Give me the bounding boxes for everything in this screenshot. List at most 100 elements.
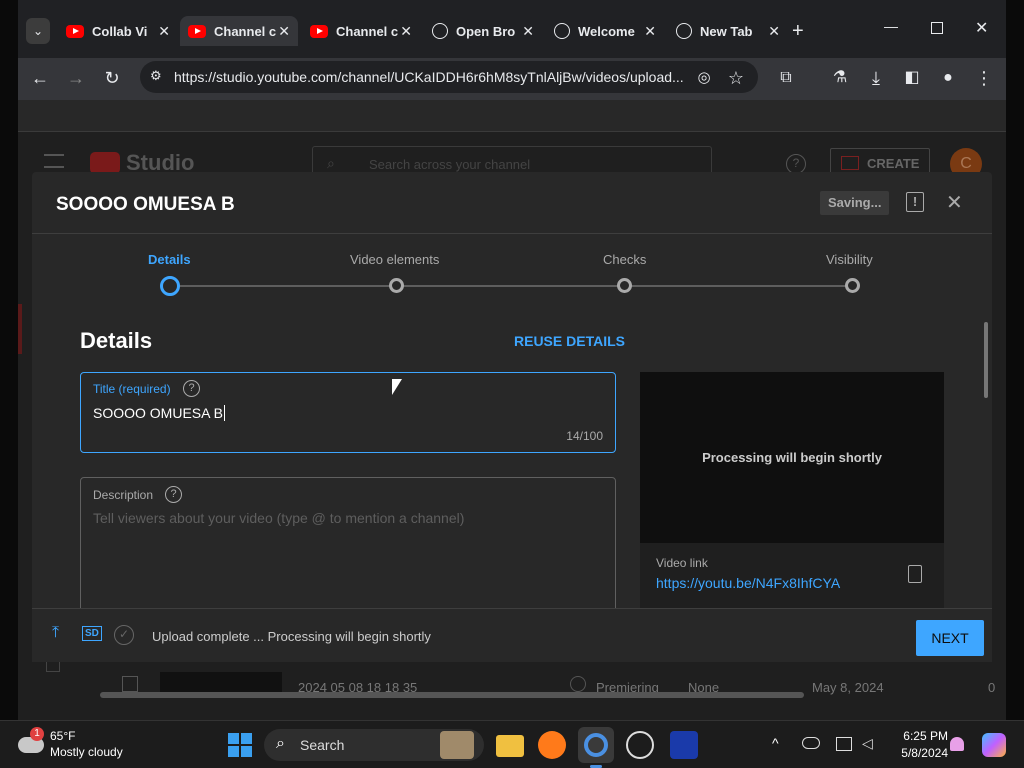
description-input[interactable]: Tell viewers about your video (type @ to… <box>93 510 464 526</box>
tab-collab[interactable]: Collab Vi ✕ <box>58 16 178 46</box>
title-char-counter: 14/100 <box>566 429 603 443</box>
check-circle-icon: ✓ <box>114 625 134 645</box>
taskbar-search[interactable]: ⌕ Search <box>264 729 484 761</box>
file-explorer-icon[interactable] <box>496 735 524 757</box>
video-add-icon <box>841 156 859 170</box>
weather-widget[interactable]: 1 65°F Mostly cloudy <box>16 727 166 763</box>
search-icon: ⌕ <box>276 735 285 752</box>
video-link[interactable]: https://youtu.be/N4Fx8IhfCYA <box>656 575 840 591</box>
help-icon[interactable]: ? <box>786 154 806 174</box>
firefox-icon[interactable] <box>538 731 566 759</box>
volume-icon[interactable]: ◁ <box>862 735 873 752</box>
close-icon[interactable]: ✕ <box>158 23 170 40</box>
step-checks-dot[interactable] <box>617 278 632 293</box>
notification-bell-icon[interactable] <box>950 737 964 751</box>
malwarebytes-icon[interactable] <box>670 731 698 759</box>
help-icon[interactable]: ? <box>165 486 182 503</box>
copilot-icon[interactable] <box>982 733 1006 757</box>
video-link-label: Video link <box>656 556 708 570</box>
close-icon[interactable]: ✕ <box>768 23 780 40</box>
labs-button[interactable]: ⚗ <box>828 66 852 90</box>
tray-overflow-icon[interactable]: ^ <box>772 735 779 751</box>
step-visibility-label[interactable]: Visibility <box>826 252 873 267</box>
upload-icon: ⤒ <box>52 624 60 641</box>
help-icon[interactable]: ? <box>183 380 200 397</box>
video-thumbnail[interactable] <box>160 672 282 694</box>
extensions-button[interactable]: ⧉ <box>774 66 798 90</box>
side-panel-button[interactable]: ◧ <box>900 66 924 90</box>
minimize-icon: — <box>884 18 898 34</box>
title-field-label: Title (required) <box>93 382 171 396</box>
tracking-protection-button[interactable]: ◎ <box>692 66 716 90</box>
title-input[interactable]: SOOOO OMUESA B <box>93 405 225 421</box>
browser-window: ⌄ Collab Vi ✕ Channel c ✕ Channel c ✕ Op… <box>18 0 1006 720</box>
network-icon[interactable] <box>836 737 852 751</box>
close-icon[interactable]: ✕ <box>522 23 534 40</box>
forward-button[interactable]: → <box>64 66 88 90</box>
downloads-button[interactable]: ⤓ <box>864 66 888 90</box>
section-title: Details <box>80 328 153 353</box>
dialog-scrollbar[interactable] <box>984 322 988 398</box>
more-vert-icon: ⋮ <box>975 68 993 88</box>
description-field[interactable]: Description ? Tell viewers about your vi… <box>80 477 616 617</box>
youtube-icon <box>66 24 84 38</box>
next-button[interactable]: NEXT <box>916 620 984 656</box>
premiere-icon <box>570 676 586 692</box>
youtube-logo-icon <box>90 152 120 174</box>
windows-taskbar: 1 65°F Mostly cloudy ⌕ Search ^ ◁ 6:25 P… <box>0 720 1024 768</box>
cloud-sync-icon[interactable] <box>802 737 820 749</box>
tab-welcome[interactable]: Welcome ✕ <box>546 16 664 46</box>
tab-title: Collab Vi <box>92 23 148 39</box>
eye-off-icon: ◎ <box>697 69 711 86</box>
tab-channel[interactable]: Channel c ✕ <box>302 16 420 46</box>
close-window-button[interactable]: ✕ <box>975 18 988 38</box>
start-button[interactable] <box>228 733 252 757</box>
step-video-elements-dot[interactable] <box>389 278 404 293</box>
sidebar-accent <box>18 304 22 354</box>
tab-title: Welcome <box>578 23 635 39</box>
tab-channel-active[interactable]: Channel c ✕ <box>180 16 298 46</box>
copy-icon[interactable] <box>908 565 922 583</box>
menu-button[interactable]: ⋮ <box>972 66 996 90</box>
close-icon[interactable]: ✕ <box>278 23 290 40</box>
back-button[interactable]: ← <box>28 66 52 90</box>
maximize-button[interactable] <box>931 22 943 34</box>
close-icon[interactable]: ✕ <box>400 23 412 40</box>
clock[interactable]: 6:25 PM 5/8/2024 <box>890 729 948 760</box>
horizontal-scrollbar[interactable] <box>100 692 804 698</box>
dialog-title: SOOOO OMUESA B <box>56 194 235 215</box>
tab-search-button[interactable]: ⌄ <box>26 18 50 44</box>
next-label: NEXT <box>931 630 969 646</box>
address-bar[interactable]: ⚙ https://studio.youtube.com/channel/UCK… <box>140 61 758 93</box>
title-field[interactable]: Title (required) ? SOOOO OMUESA B 14/100 <box>80 372 616 453</box>
step-details-label[interactable]: Details <box>148 252 191 267</box>
puzzle-icon: ⧉ <box>780 69 792 86</box>
step-details-dot[interactable] <box>160 276 180 296</box>
reuse-details-button[interactable]: REUSE DETAILS <box>514 333 625 349</box>
description-field-label: Description <box>93 488 154 502</box>
saving-badge: Saving... <box>820 191 890 215</box>
youtube-icon <box>310 24 328 38</box>
minimize-button[interactable]: — <box>884 18 898 34</box>
feedback-button[interactable]: ! <box>906 192 924 212</box>
chrome-icon[interactable] <box>578 727 614 763</box>
tab-new-tab[interactable]: New Tab ✕ <box>668 16 788 46</box>
hamburger-icon[interactable] <box>44 154 64 168</box>
step-video-elements-label[interactable]: Video elements <box>350 252 439 267</box>
plus-icon: + <box>792 20 804 42</box>
download-icon: ⤓ <box>872 68 880 88</box>
row-checkbox[interactable] <box>122 676 138 692</box>
close-dialog-button[interactable]: ✕ <box>946 190 963 215</box>
close-icon[interactable]: ✕ <box>644 23 656 40</box>
tab-open-browser[interactable]: Open Bro ✕ <box>424 16 542 46</box>
site-info-icon[interactable]: ⚙ <box>150 68 162 84</box>
reload-button[interactable]: ↻ <box>100 66 124 90</box>
step-checks-label[interactable]: Checks <box>603 252 646 267</box>
new-tab-button[interactable]: + <box>792 20 804 43</box>
stepper-line <box>176 285 852 287</box>
bookmark-button[interactable]: ☆ <box>724 66 748 90</box>
step-visibility-dot[interactable] <box>845 278 860 293</box>
bookmarks-area <box>18 100 1006 132</box>
obs-icon[interactable] <box>626 731 654 759</box>
profile-button[interactable]: ● <box>936 66 960 90</box>
